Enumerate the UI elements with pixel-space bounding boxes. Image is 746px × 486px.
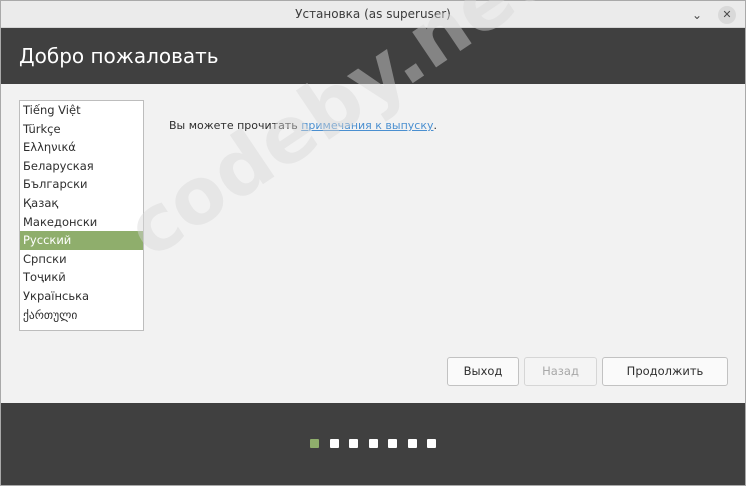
step-dot <box>310 439 319 448</box>
minimize-icon[interactable]: ⌄ <box>688 6 706 24</box>
page-title: Добро пожаловать <box>19 44 219 68</box>
release-notes-suffix: . <box>433 119 438 132</box>
release-notes-link[interactable]: примечания к выпуску <box>301 119 433 132</box>
language-item[interactable]: Русский <box>20 231 143 250</box>
step-dot <box>388 439 397 448</box>
language-item[interactable]: Тоҷикӣ <box>20 268 143 287</box>
progress-footer <box>1 403 745 485</box>
title-bar[interactable]: Установка (as superuser) ⌄ ✕ <box>1 1 745 28</box>
step-dot <box>427 439 436 448</box>
language-item[interactable]: Türkçe <box>20 120 143 139</box>
quit-button[interactable]: Выход <box>447 357 519 386</box>
language-item[interactable]: Tiếng Việt <box>20 101 143 120</box>
language-item[interactable]: ქართული <box>20 306 143 325</box>
language-item[interactable]: Српски <box>20 250 143 269</box>
step-dot <box>407 439 417 448</box>
language-list[interactable]: Tiếng Việt Türkçe Ελληνικά Беларуская Българ… <box>19 100 144 331</box>
release-notes-prefix: Вы можете прочитать <box>169 119 302 132</box>
step-dot <box>368 439 378 448</box>
language-item[interactable]: Беларуская <box>20 157 143 176</box>
window-title: Установка (as superuser) <box>295 7 451 21</box>
installer-window: Установка (as superuser) ⌄ ✕ Добро пожал… <box>0 0 746 486</box>
continue-button[interactable]: Продолжить <box>602 357 728 386</box>
back-button[interactable]: Назад <box>524 357 597 386</box>
language-item[interactable]: Ελληνικά <box>20 138 143 157</box>
release-notes-text: Вы можете прочитать примечания к выпуску… <box>169 119 437 132</box>
language-item[interactable]: Македонски <box>20 213 143 232</box>
close-icon[interactable]: ✕ <box>718 6 736 24</box>
step-dot <box>329 439 339 448</box>
page-header: Добро пожаловать <box>1 28 745 84</box>
language-item[interactable]: Қазақ <box>20 194 143 213</box>
language-item[interactable]: Български <box>20 175 143 194</box>
language-item[interactable]: Українська <box>20 287 143 306</box>
step-dot <box>349 439 358 448</box>
